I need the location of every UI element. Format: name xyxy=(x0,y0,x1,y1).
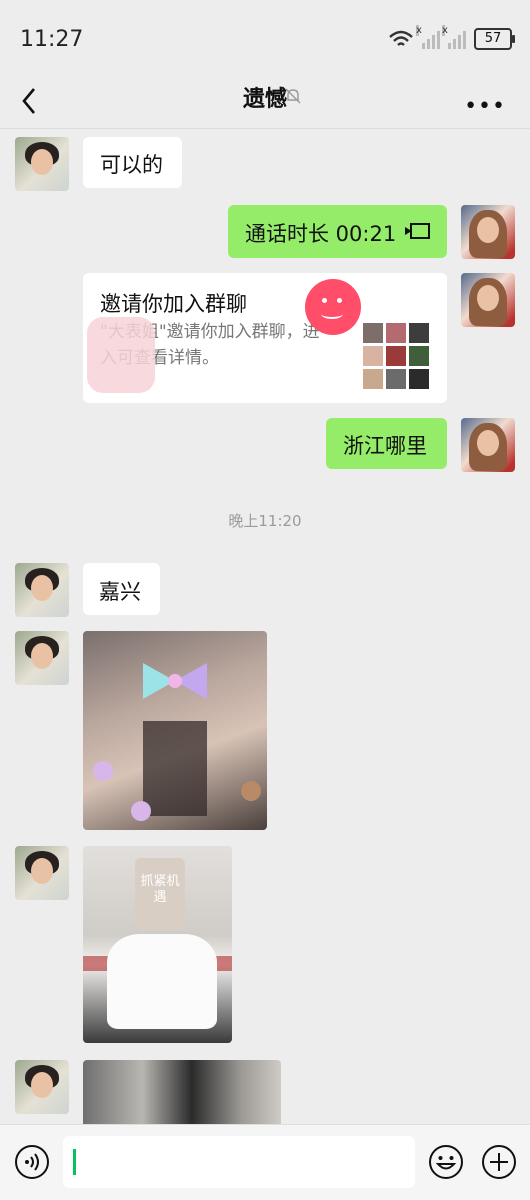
battery-icon: 57 xyxy=(474,28,515,50)
message-text: 嘉兴 xyxy=(99,580,141,604)
wifi-icon xyxy=(389,30,413,46)
photo xyxy=(107,934,217,1029)
more-icon[interactable]: ••• xyxy=(464,94,506,119)
invite-title: 邀请你加入群聊 xyxy=(100,292,247,316)
sticker xyxy=(305,279,361,335)
text-caret xyxy=(73,1149,76,1175)
voice-icon[interactable] xyxy=(14,1144,50,1180)
group-thumbnail xyxy=(363,323,429,389)
chat-title: 遗憾 xyxy=(242,87,287,112)
avatar[interactable] xyxy=(461,205,515,259)
avatar[interactable] xyxy=(15,137,69,191)
signal-icon: x xyxy=(416,25,440,49)
sticker xyxy=(87,317,155,393)
status-bar: 11:27 x x 57 xyxy=(0,0,530,78)
avatar[interactable] xyxy=(461,418,515,472)
mute-bell-icon xyxy=(285,88,301,104)
message-text: 浙江哪里 xyxy=(343,434,427,458)
image-message[interactable] xyxy=(83,631,267,830)
incoming-message[interactable]: 可以的 xyxy=(83,137,182,188)
avatar[interactable] xyxy=(15,563,69,617)
emoji-icon[interactable] xyxy=(428,1144,464,1180)
message-text: 可以的 xyxy=(100,153,163,177)
status-icons: x x 57 xyxy=(388,25,515,50)
group-invite-card[interactable]: 邀请你加入群聊 "大表姐"邀请你加入群聊，进入可查看详情。 xyxy=(83,273,447,403)
outgoing-call-message[interactable]: 通话时长 00:21 xyxy=(228,205,447,258)
video-call-icon xyxy=(405,223,430,239)
incoming-message[interactable]: 嘉兴 xyxy=(83,563,160,615)
avatar[interactable] xyxy=(15,846,69,900)
message-input[interactable] xyxy=(63,1136,415,1188)
image-caption: 抓紧机遇 xyxy=(135,858,185,930)
avatar[interactable] xyxy=(461,273,515,327)
image-message[interactable] xyxy=(83,1060,281,1125)
outgoing-message[interactable]: 浙江哪里 xyxy=(326,418,447,469)
status-time: 11:27 xyxy=(20,27,84,52)
photo xyxy=(93,663,261,821)
image-message[interactable]: 抓紧机遇 xyxy=(83,846,232,1043)
plus-icon[interactable] xyxy=(481,1144,517,1180)
message-text: 通话时长 00:21 xyxy=(245,222,397,246)
time-divider: 晚上11:20 xyxy=(228,512,302,530)
signal-icon: x xyxy=(442,25,466,49)
avatar[interactable] xyxy=(15,631,69,685)
avatar[interactable] xyxy=(15,1060,69,1114)
chat-header: 遗憾 ••• xyxy=(0,78,530,129)
input-bar xyxy=(0,1124,530,1200)
